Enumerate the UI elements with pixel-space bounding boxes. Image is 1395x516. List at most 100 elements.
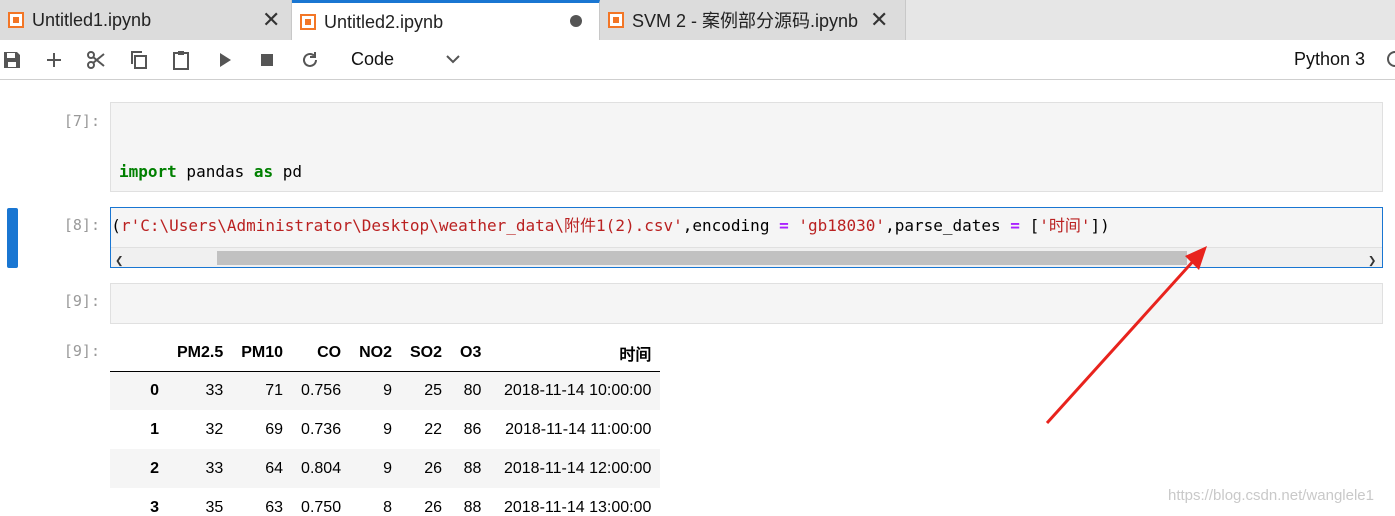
cell-prompt: [8]:: [63, 216, 100, 234]
code-line: import pandas as pd: [119, 160, 1382, 185]
table-cell: 33: [205, 381, 224, 399]
scroll-left-icon[interactable]: ❮: [115, 249, 123, 267]
tab-label: Untitled1.ipynb: [32, 9, 152, 30]
table-cell: 26: [424, 459, 443, 477]
add-cell-icon[interactable]: [42, 48, 66, 72]
code-token: (: [111, 216, 121, 235]
tab-untitled1[interactable]: Untitled1.ipynb ✕: [0, 0, 292, 40]
horizontal-scrollbar[interactable]: ❮ ❯: [111, 247, 1382, 267]
table-cell: 2018-11-14 10:00:00: [503, 381, 652, 399]
tab-bar: Untitled1.ipynb ✕ Untitled2.ipynb SVM 2 …: [0, 0, 1395, 41]
restart-icon[interactable]: [298, 48, 322, 72]
cell-prompt: [9]:: [63, 292, 100, 310]
table-cell: 0.804: [301, 459, 342, 477]
row-index: 3: [150, 498, 159, 516]
table-row: 3 35 63 0.750 8 26 88 2018-11-14 13:00:0…: [110, 488, 660, 516]
code-cell-editor[interactable]: data1_guokong: [110, 283, 1383, 324]
code-token: as: [253, 162, 274, 181]
table-cell: 80: [463, 381, 482, 399]
code-token: '时间': [1039, 216, 1091, 235]
output-prompt: [9]:: [63, 342, 100, 360]
table-cell: 32: [205, 420, 224, 438]
notebook-toolbar: Code Python 3: [0, 40, 1395, 80]
tab-label: SVM 2 - 案例部分源码.ipynb: [632, 11, 859, 31]
code-token: =: [779, 216, 789, 235]
table-cell: 69: [265, 420, 284, 438]
notebook-icon: [8, 12, 24, 28]
table-cell: 2018-11-14 12:00:00: [503, 459, 652, 477]
column-header: PM2.5: [168, 336, 233, 372]
table-header-row: PM2.5 PM10 CO NO2 SO2 O3 时间: [110, 336, 661, 372]
table-cell: 0.756: [301, 381, 342, 399]
copy-icon[interactable]: [127, 48, 151, 72]
cell-prompt: [7]:: [63, 112, 100, 130]
code-token: [: [1019, 216, 1040, 235]
column-header: NO2: [350, 336, 401, 372]
active-cell-indicator: [7, 208, 18, 268]
run-icon[interactable]: [213, 48, 237, 72]
code-token: ,encoding: [682, 216, 780, 235]
table-cell: 9: [383, 420, 392, 438]
unsaved-dot-icon[interactable]: [570, 15, 582, 27]
table-cell: 8: [383, 498, 392, 516]
table-cell: 33: [205, 459, 224, 477]
close-icon[interactable]: ✕: [262, 9, 280, 31]
code-line: guokong = pd.read_csv(r'C:\Users\Adminis…: [111, 214, 1110, 239]
cut-icon[interactable]: [84, 48, 108, 72]
kernel-status-icon: [1387, 51, 1395, 67]
code-token: =: [1010, 216, 1020, 235]
table-cell: 88: [463, 459, 482, 477]
code-cell-editor[interactable]: import pandas as pd import numpy as np f…: [110, 102, 1383, 192]
scroll-right-icon[interactable]: ❯: [1368, 249, 1376, 267]
table-cell: 71: [265, 381, 284, 399]
notebook-icon: [608, 12, 624, 28]
code-token: r'C:\Users\Administrator\Desktop\weather…: [120, 216, 683, 235]
paste-icon[interactable]: [169, 48, 193, 72]
row-index: 0: [150, 381, 159, 399]
row-index: 1: [150, 420, 159, 438]
notebook-icon: [300, 14, 316, 30]
table-cell: 9: [383, 381, 392, 399]
table-cell: 9: [383, 459, 392, 477]
code-token: 'gb18030': [798, 216, 886, 235]
tab-label: Untitled2.ipynb: [324, 11, 444, 32]
kernel-name[interactable]: Python 3: [1294, 49, 1365, 70]
table-cell: 88: [463, 498, 482, 516]
column-header: SO2: [401, 336, 452, 372]
column-header: O3: [451, 336, 491, 372]
table-cell: 2018-11-14 13:00:00: [503, 498, 652, 516]
table-cell: 64: [265, 459, 284, 477]
code-token: ,parse_dates: [885, 216, 1011, 235]
row-index: 2: [150, 459, 159, 477]
column-header: 时间: [490, 336, 661, 372]
stop-icon[interactable]: [255, 48, 279, 72]
table-row: 1 32 69 0.736 9 22 86 2018-11-14 11:00:0…: [110, 410, 660, 449]
watermark: https://blog.csdn.net/wanglele1: [1168, 487, 1374, 504]
table-cell: 0.750: [301, 498, 342, 516]
table-cell: 25: [424, 381, 443, 399]
tab-untitled2[interactable]: Untitled2.ipynb: [292, 0, 600, 41]
column-header: PM10: [232, 336, 293, 372]
code-token: pd: [273, 162, 303, 181]
save-icon[interactable]: [0, 48, 24, 72]
table-cell: 35: [205, 498, 224, 516]
code-token: pandas: [176, 162, 254, 181]
code-cell-editor[interactable]: guokong = pd.read_csv(r'C:\Users\Adminis…: [110, 207, 1383, 268]
table-row: 2 33 64 0.804 9 26 88 2018-11-14 12:00:0…: [110, 449, 661, 488]
table-cell: 22: [424, 420, 443, 438]
code-token: import: [119, 162, 177, 181]
table-cell: 2018-11-14 11:00:00: [505, 420, 652, 438]
close-icon[interactable]: ✕: [870, 9, 888, 31]
cell-type-select[interactable]: Code: [351, 49, 394, 70]
table-cell: 0.736: [301, 420, 342, 438]
column-header: [110, 336, 168, 372]
table-cell: 26: [424, 498, 443, 516]
chevron-down-icon[interactable]: [444, 50, 462, 68]
scrollbar-thumb[interactable]: [217, 251, 1187, 265]
tab-svm2[interactable]: SVM 2 - 案例部分源码.ipynb ✕: [600, 0, 906, 40]
code-token: ]): [1090, 216, 1110, 235]
table-cell: 86: [463, 420, 482, 438]
dataframe-output: PM2.5 PM10 CO NO2 SO2 O3 时间 0 33 71 0.75…: [110, 336, 661, 516]
table-cell: 63: [265, 498, 284, 516]
